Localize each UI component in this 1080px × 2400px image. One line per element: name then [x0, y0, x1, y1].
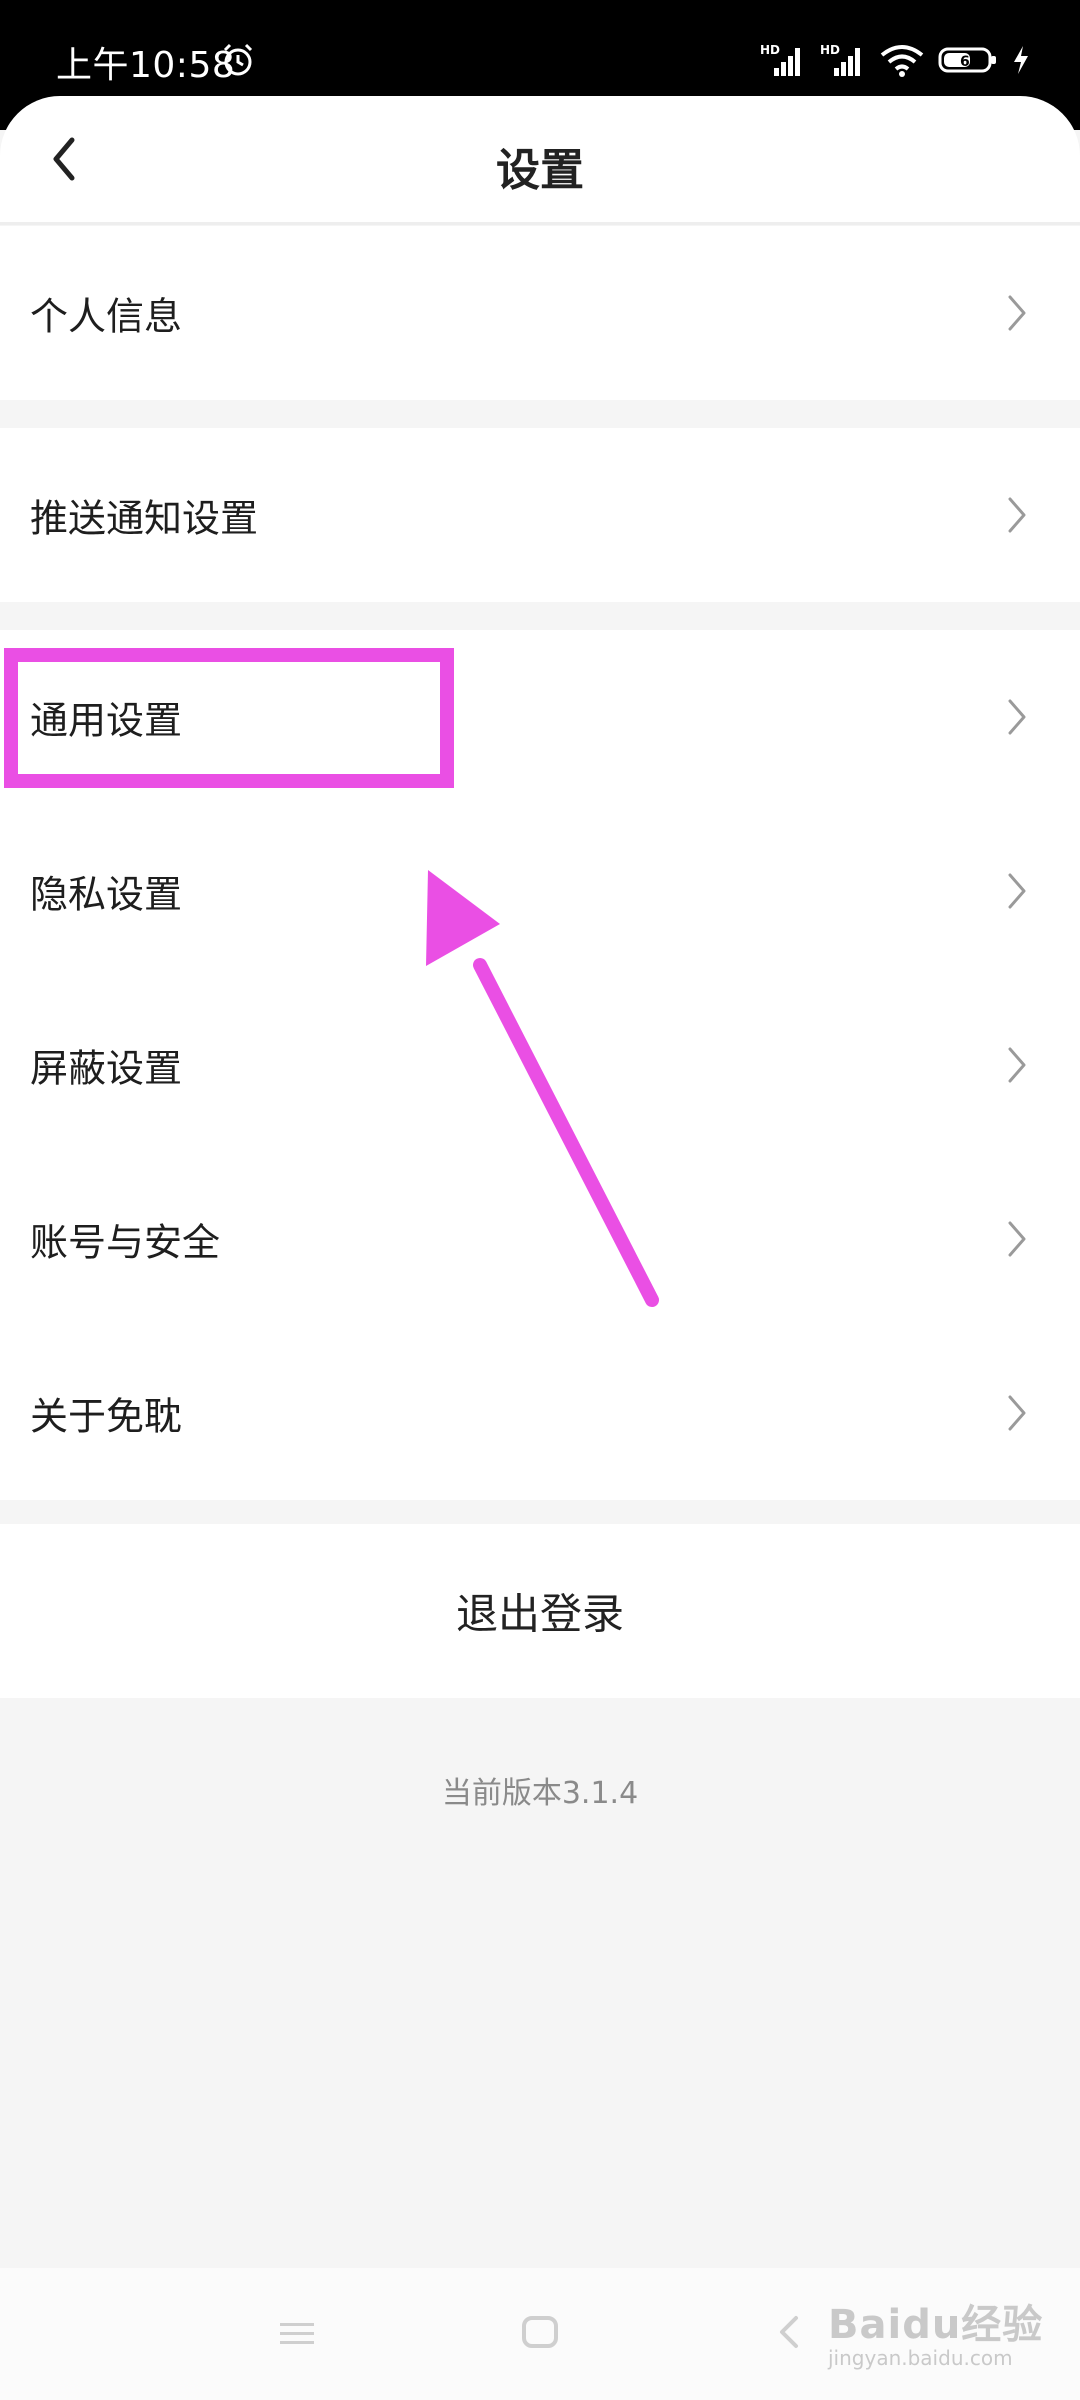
chevron-right-icon: [1006, 1045, 1028, 1085]
status-icons: HD HD 61: [760, 40, 1030, 80]
settings-group-notifications: 推送通知设置: [0, 428, 1080, 602]
hd-signal-icon: HD: [820, 42, 866, 78]
settings-item-personal-info[interactable]: 个人信息: [0, 226, 1080, 400]
chevron-right-icon: [1006, 495, 1028, 535]
watermark: Baidu经验 jingyan.baidu.com: [828, 2292, 1043, 2382]
settings-item-label: 账号与安全: [30, 1220, 221, 1265]
alarm-icon: [220, 42, 256, 78]
wifi-icon: [880, 43, 924, 77]
menu-icon[interactable]: [278, 2320, 316, 2348]
app-bar: 设置: [0, 96, 1080, 222]
battery-level: 61: [960, 54, 979, 70]
settings-item-push-notifications[interactable]: 推送通知设置: [0, 428, 1080, 602]
settings-item-label: 推送通知设置: [30, 496, 259, 541]
battery-icon: 61: [938, 46, 998, 74]
navigation-bar: Baidu经验 jingyan.baidu.com: [0, 2268, 1080, 2400]
logout-button[interactable]: 退出登录: [0, 1524, 1080, 1698]
annotation-highlight-box: [4, 648, 454, 788]
watermark-main: Baidu经验: [828, 2302, 1044, 2348]
logout-label: 退出登录: [455, 1589, 624, 1639]
sim2-label: HD: [820, 43, 840, 57]
chevron-right-icon: [1006, 293, 1028, 333]
settings-item-label: 屏蔽设置: [30, 1046, 183, 1091]
annotation-arrow: [426, 870, 659, 1307]
page-title: 设置: [496, 145, 584, 196]
settings-item-label: 个人信息: [30, 294, 183, 339]
home-icon[interactable]: [520, 2312, 560, 2352]
chevron-right-icon: [1006, 1393, 1028, 1433]
status-time: 上午10:58: [56, 45, 236, 86]
sim1-label: HD: [760, 43, 780, 57]
hd-signal-icon: HD: [760, 42, 806, 78]
settings-item-label: 隐私设置: [30, 872, 183, 917]
watermark-sub: jingyan.baidu.com: [828, 2346, 1013, 2370]
chevron-right-icon: [1006, 697, 1028, 737]
chevron-right-icon: [1006, 1219, 1028, 1259]
settings-item-about[interactable]: 关于免耽: [0, 1326, 1080, 1500]
charging-icon: [1012, 45, 1030, 75]
settings-group-profile: 个人信息: [0, 226, 1080, 400]
chevron-right-icon: [1006, 871, 1028, 911]
back-icon[interactable]: [776, 2312, 804, 2352]
divider: [0, 222, 1080, 225]
settings-item-label: 关于免耽: [30, 1394, 183, 1439]
version-text: 当前版本3.1.4: [441, 1776, 639, 1811]
